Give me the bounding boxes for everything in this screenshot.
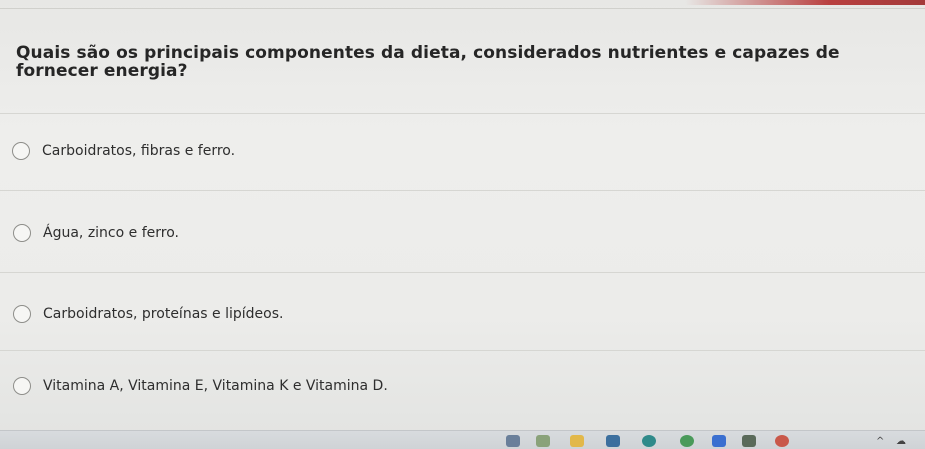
answer-option-1[interactable]: Carboidratos, fibras e ferro. <box>12 142 235 160</box>
answer-option-label: Água, zinco e ferro. <box>43 225 179 241</box>
option-divider <box>0 272 925 273</box>
top-divider <box>0 8 925 9</box>
radio-button[interactable] <box>13 305 31 323</box>
radio-button[interactable] <box>13 224 31 242</box>
folder-icon[interactable] <box>570 435 584 447</box>
option-divider <box>0 190 925 191</box>
option-divider <box>0 350 925 351</box>
question-divider <box>0 113 925 114</box>
answer-option-label: Vitamina A, Vitamina E, Vitamina K e Vit… <box>43 378 388 394</box>
store-icon[interactable] <box>606 435 620 447</box>
answer-option-label: Carboidratos, proteínas e lipídeos. <box>43 306 284 322</box>
app-icon[interactable] <box>536 435 550 447</box>
onedrive-icon[interactable]: ☁ <box>896 436 906 447</box>
radio-button[interactable] <box>13 377 31 395</box>
edge-icon[interactable] <box>642 435 656 447</box>
chevron-up-icon[interactable]: ^ <box>876 436 884 447</box>
app-icon[interactable] <box>742 435 756 447</box>
taskbar: ^ ☁ <box>0 430 925 449</box>
radio-button[interactable] <box>12 142 30 160</box>
window-edge-accent <box>685 0 925 5</box>
dropbox-icon[interactable] <box>712 435 726 447</box>
app-icon[interactable] <box>506 435 520 447</box>
media-icon[interactable] <box>775 435 789 447</box>
answer-option-3[interactable]: Carboidratos, proteínas e lipídeos. <box>13 305 283 323</box>
answer-option-2[interactable]: Água, zinco e ferro. <box>13 224 179 242</box>
question-text: Quais são os principais componentes da d… <box>16 43 840 81</box>
answer-option-4[interactable]: Vitamina A, Vitamina E, Vitamina K e Vit… <box>13 377 388 395</box>
answer-option-label: Carboidratos, fibras e ferro. <box>42 143 236 159</box>
chrome-icon[interactable] <box>680 435 694 447</box>
